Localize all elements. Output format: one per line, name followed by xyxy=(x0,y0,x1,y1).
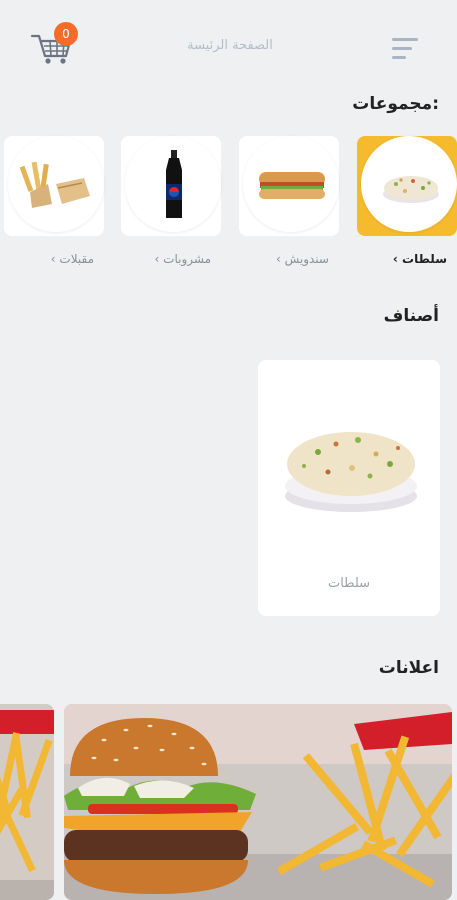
groups-list: سلطات › سندويش › مشروبات › مقبلات › xyxy=(0,134,457,274)
sandwich-icon xyxy=(243,136,339,232)
ads-heading: اعلانات xyxy=(378,658,439,678)
pepsi-bottle-icon xyxy=(125,136,221,232)
group-label: مقبلات › xyxy=(50,252,94,266)
cart-count-badge: 0 xyxy=(54,22,78,46)
chevron-icon: › xyxy=(50,252,56,266)
burger-fries-image xyxy=(64,704,452,900)
chevron-icon: › xyxy=(154,252,160,266)
categories-heading: أصناف xyxy=(383,306,439,326)
app-header: 0 الصفحة الرئيسة xyxy=(0,0,457,90)
group-item-sandwich[interactable]: سندويش › xyxy=(239,134,339,274)
group-label: سلطات › xyxy=(392,252,447,266)
groups-heading: مجموعات: xyxy=(352,94,439,114)
fries-image xyxy=(0,704,54,900)
chevron-icon: › xyxy=(392,252,398,266)
ad-banner-fries[interactable] xyxy=(0,704,54,900)
page-title: الصفحة الرئيسة xyxy=(187,38,273,53)
chevron-icon: › xyxy=(275,252,281,266)
group-item-drinks[interactable]: مشروبات › xyxy=(121,134,221,274)
menu-button[interactable] xyxy=(390,34,420,64)
ads-carousel[interactable] xyxy=(0,704,457,900)
group-label: سندويش › xyxy=(275,252,329,266)
category-name: سلطات xyxy=(327,576,371,591)
salad-icon xyxy=(361,136,457,232)
ad-banner-burger[interactable] xyxy=(64,704,452,900)
group-label: مشروبات › xyxy=(154,252,211,266)
appetizers-icon xyxy=(8,136,104,232)
group-item-salads[interactable]: سلطات › xyxy=(357,134,457,274)
salad-icon xyxy=(285,432,417,512)
group-item-appetizers[interactable]: مقبلات › xyxy=(4,134,104,274)
category-card-salads[interactable]: سلطات xyxy=(258,360,440,616)
